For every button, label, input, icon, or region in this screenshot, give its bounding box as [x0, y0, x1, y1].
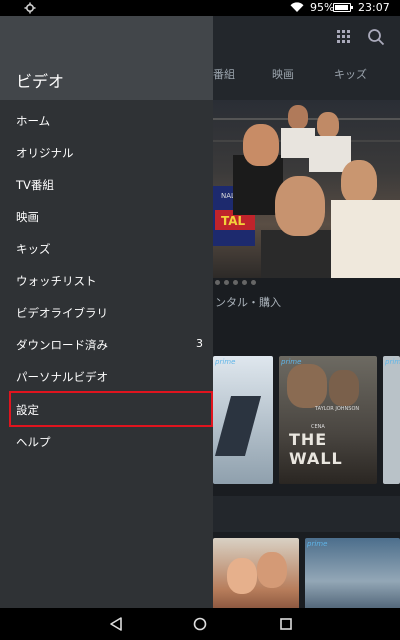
poster-tile[interactable]: prime — [383, 356, 400, 484]
tab-kids[interactable]: キッズ — [334, 66, 367, 82]
menu-item-label: ウォッチリスト — [16, 274, 97, 288]
home-icon[interactable] — [192, 616, 208, 632]
menu-item-home[interactable]: ホーム — [0, 104, 213, 136]
poster-tile[interactable] — [213, 538, 299, 608]
menu-item-watchlist[interactable]: ウォッチリスト — [0, 264, 213, 296]
menu-item-label: TV番組 — [16, 178, 54, 192]
menu-item-video-library[interactable]: ビデオライブラリ — [0, 296, 213, 328]
section-label: ンタル・購入 — [215, 296, 281, 309]
menu-item-help[interactable]: ヘルプ — [0, 425, 213, 457]
battery-icon — [333, 3, 353, 12]
menu-item-originals[interactable]: オリジナル — [0, 136, 213, 168]
poster-tile[interactable]: prime — [213, 356, 273, 484]
clock: 23:07 — [358, 1, 390, 14]
menu-item-movies[interactable]: 映画 — [0, 200, 213, 232]
recents-icon[interactable] — [278, 616, 294, 632]
back-icon[interactable] — [108, 616, 124, 632]
row-divider — [213, 496, 400, 532]
downloads-count-badge: 3 — [196, 337, 203, 350]
wifi-icon — [290, 2, 304, 13]
menu-item-downloads[interactable]: ダウンロード済み 3 — [0, 328, 213, 360]
menu-item-label: ビデオライブラリ — [16, 306, 108, 320]
gear-icon — [24, 2, 36, 14]
tab-tv[interactable]: 番組 — [213, 66, 235, 82]
battery-level — [335, 5, 348, 10]
menu-item-label: ホーム — [16, 114, 51, 128]
menu-item-label: ヘルプ — [16, 435, 51, 449]
battery-percent: 95% — [310, 1, 335, 14]
menu-item-label: 映画 — [16, 210, 39, 224]
menu-item-label: キッズ — [16, 242, 51, 256]
menu-item-tv[interactable]: TV番組 — [0, 168, 213, 200]
settings-highlight-box — [9, 391, 213, 427]
menu-item-label: ダウンロード済み — [16, 338, 108, 352]
tab-movies[interactable]: 映画 — [272, 66, 294, 82]
poster-tile-the-wall[interactable]: prime TAYLOR JOHNSON CENA THE WALL — [279, 356, 377, 484]
menu-item-label: オリジナル — [16, 146, 74, 160]
grid-icon[interactable] — [337, 30, 351, 44]
drawer-title: ビデオ — [16, 72, 65, 91]
navigation-drawer: ビデオ ホーム オリジナル TV番組 映画 キッズ ウォッチリスト ビデオライブ… — [0, 16, 213, 608]
system-navigation-bar — [0, 608, 400, 640]
search-icon[interactable] — [367, 28, 385, 46]
hero-pagination — [215, 280, 275, 286]
status-bar: 95% 23:07 — [0, 0, 400, 16]
menu-item-kids[interactable]: キッズ — [0, 232, 213, 264]
drawer-header: ビデオ — [0, 16, 213, 100]
menu-item-label: パーソナルビデオ — [16, 370, 108, 384]
poster-row: prime prime TAYLOR JOHNSON CENA THE WALL… — [213, 356, 400, 484]
hero-banner[interactable]: NAL TAL — [213, 100, 400, 278]
poster-tile[interactable]: prime — [305, 538, 400, 608]
poster-row: prime — [213, 538, 400, 608]
menu-item-personal-video[interactable]: パーソナルビデオ — [0, 360, 213, 392]
